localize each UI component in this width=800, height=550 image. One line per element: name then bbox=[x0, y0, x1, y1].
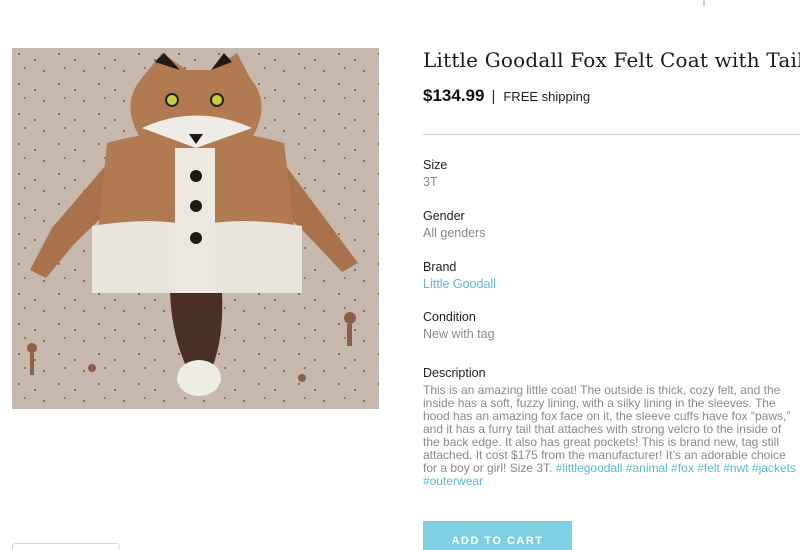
fox-coat-image bbox=[12, 48, 379, 409]
hashtag-link[interactable]: #littlegoodall bbox=[556, 461, 623, 475]
header-fragment-right bbox=[704, 0, 772, 6]
gender-value: All genders bbox=[423, 226, 486, 240]
condition-value: New with tag bbox=[423, 327, 495, 341]
description-section: Description This is an amazing little co… bbox=[423, 366, 798, 488]
shipping-info: FREE shipping bbox=[503, 88, 591, 104]
add-to-cart-button[interactable]: ADD TO CART bbox=[423, 521, 572, 550]
price-row: $134.99 | FREE shipping bbox=[423, 86, 800, 106]
price-separator: | bbox=[491, 87, 496, 105]
divider bbox=[423, 134, 800, 135]
hashtag-link[interactable]: #animal bbox=[626, 461, 668, 475]
size-value: 3T bbox=[423, 175, 438, 189]
hashtag-link[interactable]: #fox bbox=[671, 461, 694, 475]
attribute-condition: Condition New with tag bbox=[423, 310, 495, 341]
bottom-fragment bbox=[12, 543, 120, 550]
brand-label: Brand bbox=[423, 260, 457, 274]
size-label: Size bbox=[423, 158, 448, 172]
hashtag-link[interactable]: #felt bbox=[697, 461, 720, 475]
hashtag-link[interactable]: #jackets bbox=[752, 461, 796, 475]
hashtag-link[interactable]: #nwt bbox=[723, 461, 748, 475]
attribute-brand: Brand Little Goodall bbox=[423, 260, 496, 291]
product-title: Little Goodall Fox Felt Coat with Tail bbox=[423, 48, 800, 72]
attribute-size: Size 3T bbox=[423, 158, 447, 189]
description-text: This is an amazing little coat! The outs… bbox=[423, 384, 798, 488]
condition-label: Condition bbox=[423, 310, 476, 324]
product-price: $134.99 bbox=[423, 86, 485, 105]
attribute-gender: Gender All genders bbox=[423, 209, 486, 240]
hashtag-link[interactable]: #outerwear bbox=[423, 474, 483, 488]
product-photo[interactable] bbox=[12, 48, 379, 409]
product-details: Little Goodall Fox Felt Coat with Tail $… bbox=[423, 48, 800, 488]
gender-label: Gender bbox=[423, 209, 465, 223]
header-fragment-left bbox=[690, 0, 704, 6]
description-label: Description bbox=[423, 366, 486, 380]
brand-link[interactable]: Little Goodall bbox=[423, 277, 496, 291]
